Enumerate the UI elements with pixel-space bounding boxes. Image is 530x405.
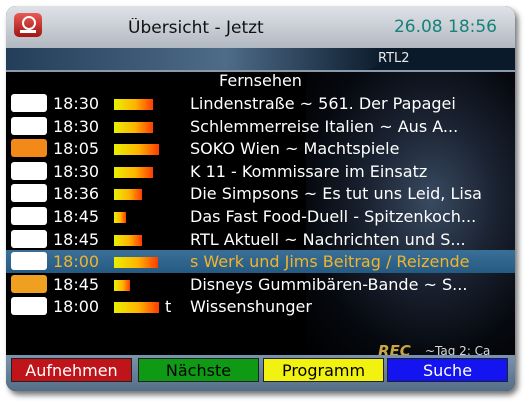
channel-row[interactable]: 18:30 Lindenstraße ~ 561. Der Papagei [6,92,515,115]
program-title: K 11 - Kommissare im Einsatz [190,161,428,181]
progress-fill [114,189,142,201]
progress-fill [114,302,159,314]
program-title: Disneys Gummibären-Bande ~ S... [190,274,468,294]
start-time: 18:00 [53,252,100,272]
sat1-logo-icon [11,161,47,180]
program-title: SOKO Wien ~ Machtspiele [190,139,400,159]
program-button[interactable]: Programm [263,358,384,382]
channel-row[interactable]: 18:30 K 11 - Kommissare im Einsatz [6,160,515,183]
start-time: 18:45 [53,207,100,226]
channel-row[interactable]: 18:00 t Wissenshunger [6,295,515,318]
timer-flag: t [165,297,172,317]
program-title: Wissenshunger [190,297,312,317]
progress-fill [114,99,154,110]
progress-fill [114,121,154,133]
section-title: Fernsehen [6,70,515,90]
record-button[interactable]: Aufnehmen [11,358,132,382]
rtl-logo-icon [11,229,47,248]
program-title: Das Fast Food-Duell - Spitzenkoch... [190,207,477,226]
header-swoosh [6,48,386,70]
channel-row[interactable]: 18:45 RTL Aktuell ~ Nachrichten und S... [6,228,515,251]
kabel-logo-icon [11,207,47,225]
channel-row[interactable]: 18:05 SOKO Wien ~ Machtspiele [6,137,515,160]
progress-bar [114,166,160,178]
start-time: 18:45 [53,274,100,294]
progress-fill [114,257,158,269]
rtl2-logo-icon [11,252,47,271]
progress-bar [114,144,160,156]
program-title: Die Simpsons ~ Es tut uns Leid, Lisa [190,184,482,204]
channel-row[interactable]: 18:45 Das Fast Food-Duell - Spitzenkoch..… [6,205,515,228]
progress-bar [114,121,160,133]
channel-row[interactable]: 18:45 Disneys Gummibären-Bande ~ S... [6,273,515,296]
progress-fill [114,212,126,223]
start-time: 18:36 [53,184,100,204]
next-button[interactable]: Nächste [138,358,259,382]
super-logo-icon [11,274,47,293]
start-time: 18:45 [53,229,100,249]
start-time: 18:30 [53,94,100,113]
channel-row[interactable]: 18:30 Schlemmerreise Italien ~ Aus A... [6,115,515,138]
progress-bar [114,189,160,201]
start-time: 18:30 [53,116,100,136]
receiver-logo-icon [14,13,42,37]
program-title: Lindenstraße ~ 561. Der Papagei [190,94,456,113]
program-title: Schlemmerreise Italien ~ Aus A... [190,116,459,136]
progress-bar [114,302,160,314]
program-title: RTL Aktuell ~ Nachrichten und S... [190,229,466,249]
current-channel: RTL2 [378,51,410,66]
start-time: 18:05 [53,139,100,159]
start-time: 18:00 [53,297,100,317]
start-time: 18:30 [53,161,100,181]
progress-bar [114,212,160,223]
progress-fill [114,144,160,156]
section-title-label: Fernsehen [219,71,302,90]
progress-fill [114,166,154,178]
footer-bar: Aufnehmen Nächste Programm Suche [6,355,515,391]
pro7-logo-icon [11,184,47,203]
channel-row[interactable]: 18:00 s Werk und Jims Beitrag / Reizende [6,250,515,273]
plus-logo-icon [11,116,47,135]
header-bar: Übersicht - Jetzt 26.08 18:56 [6,6,515,48]
progress-bar [114,257,160,269]
clock: 26.08 18:56 [393,17,497,37]
vox-logo-icon [11,297,47,316]
progress-bar [114,279,160,291]
channel-row[interactable]: 18:36 Die Simpsons ~ Es tut uns Leid, Lis… [6,182,515,205]
festival-logo-icon [11,94,47,112]
channel-bar: RTL2 [6,48,515,70]
search-button[interactable]: Suche [387,358,508,382]
progress-fill [114,234,142,246]
progress-bar [114,99,160,110]
epg-window: Übersicht - Jetzt 26.08 18:56 RTL2 Ferns… [6,6,515,391]
zdf-logo-icon [11,139,47,158]
progress-bar [114,234,160,246]
progress-fill [114,279,131,291]
program-title: s Werk und Jims Beitrag / Reizende [190,252,470,272]
